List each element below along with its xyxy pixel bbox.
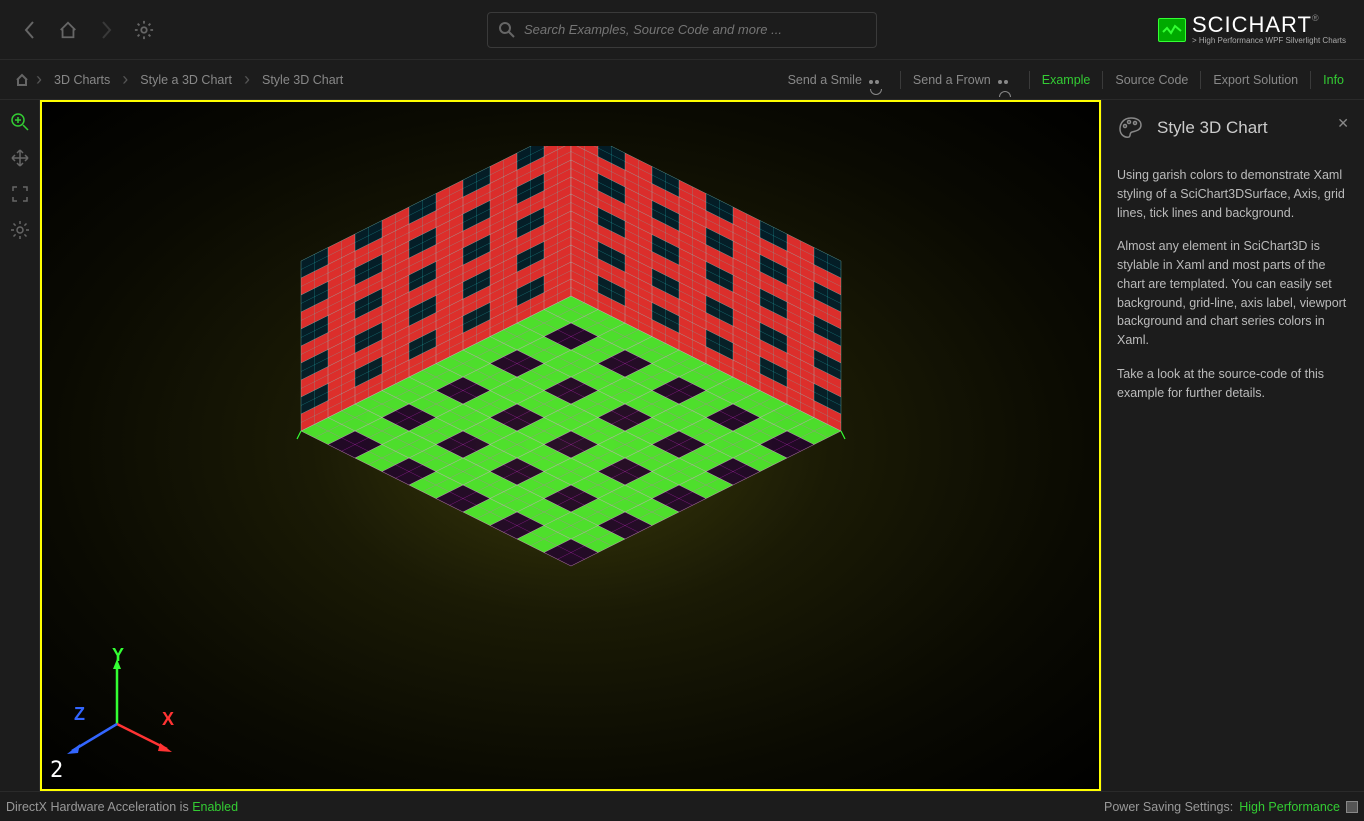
chevron-right-icon: › bbox=[36, 69, 42, 90]
accel-state: Enabled bbox=[192, 800, 238, 814]
breadcrumb-item-2[interactable]: Style 3D Chart bbox=[254, 73, 351, 87]
brand-tagline: > High Performance WPF Silverlight Chart… bbox=[1192, 36, 1346, 45]
home-small-icon[interactable] bbox=[12, 70, 32, 90]
logo-badge-icon bbox=[1158, 18, 1186, 42]
tab-info[interactable]: Info bbox=[1315, 73, 1352, 87]
breadcrumb-item-0[interactable]: 3D Charts bbox=[46, 73, 118, 87]
nav-icons bbox=[20, 20, 154, 40]
tab-export-solution[interactable]: Export Solution bbox=[1205, 73, 1306, 87]
chevron-right-icon: › bbox=[244, 69, 250, 90]
navbar: › 3D Charts › Style a 3D Chart › Style 3… bbox=[0, 60, 1364, 100]
send-smile-button[interactable]: Send a Smile bbox=[780, 73, 896, 87]
chart-viewport[interactable]: Y X Z 2 bbox=[40, 100, 1101, 791]
forward-icon[interactable] bbox=[96, 20, 116, 40]
search-icon bbox=[498, 21, 516, 39]
gizmo-y-label: Y bbox=[112, 645, 124, 666]
main: Y X Z 2 Style 3D Chart ✕ Using garish co… bbox=[0, 100, 1364, 791]
topbar: SCICHART® > High Performance WPF Silverl… bbox=[0, 0, 1364, 60]
statusbar: DirectX Hardware Acceleration is Enabled… bbox=[0, 791, 1364, 821]
info-panel: Style 3D Chart ✕ Using garish colors to … bbox=[1101, 100, 1364, 791]
panel-body: Using garish colors to demonstrate Xaml … bbox=[1117, 166, 1349, 402]
settings-tool-icon[interactable] bbox=[2, 214, 38, 246]
send-frown-button[interactable]: Send a Frown bbox=[905, 73, 1025, 87]
panel-p3: Take a look at the source-code of this e… bbox=[1117, 365, 1349, 403]
gear-icon[interactable] bbox=[134, 20, 154, 40]
power-toggle[interactable] bbox=[1346, 801, 1358, 813]
gizmo-x-label: X bbox=[162, 709, 174, 730]
back-icon[interactable] bbox=[20, 20, 40, 40]
home-icon[interactable] bbox=[58, 20, 78, 40]
panel-title: Style 3D Chart bbox=[1157, 118, 1268, 138]
accel-label: DirectX Hardware Acceleration is bbox=[6, 800, 192, 814]
chart-3d-cube bbox=[161, 146, 981, 746]
fps-counter: 2 bbox=[50, 758, 63, 783]
gizmo-z-label: Z bbox=[74, 704, 85, 725]
breadcrumb-item-1[interactable]: Style a 3D Chart bbox=[132, 73, 240, 87]
breadcrumb: › 3D Charts › Style a 3D Chart › Style 3… bbox=[12, 69, 780, 90]
panel-p1: Using garish colors to demonstrate Xaml … bbox=[1117, 166, 1349, 222]
power-label: Power Saving Settings: bbox=[1104, 800, 1233, 814]
brand-name: SCICHART bbox=[1192, 12, 1312, 37]
palette-icon bbox=[1117, 115, 1145, 141]
zoom-tool-icon[interactable] bbox=[2, 106, 38, 138]
search-box[interactable] bbox=[487, 12, 877, 48]
navbar-right: Send a Smile Send a Frown Example Source… bbox=[780, 71, 1352, 89]
chevron-right-icon: › bbox=[122, 69, 128, 90]
pan-tool-icon[interactable] bbox=[2, 142, 38, 174]
axis-gizmo: Y X Z bbox=[62, 649, 182, 759]
left-toolbar bbox=[0, 100, 40, 791]
brand-logo: SCICHART® > High Performance WPF Silverl… bbox=[1158, 14, 1346, 45]
tab-example[interactable]: Example bbox=[1034, 73, 1099, 87]
panel-p2: Almost any element in SciChart3D is styl… bbox=[1117, 237, 1349, 350]
fullscreen-tool-icon[interactable] bbox=[2, 178, 38, 210]
power-state: High Performance bbox=[1239, 800, 1340, 814]
search-input[interactable] bbox=[524, 22, 866, 37]
close-icon[interactable]: ✕ bbox=[1337, 115, 1349, 132]
tab-source-code[interactable]: Source Code bbox=[1107, 73, 1196, 87]
